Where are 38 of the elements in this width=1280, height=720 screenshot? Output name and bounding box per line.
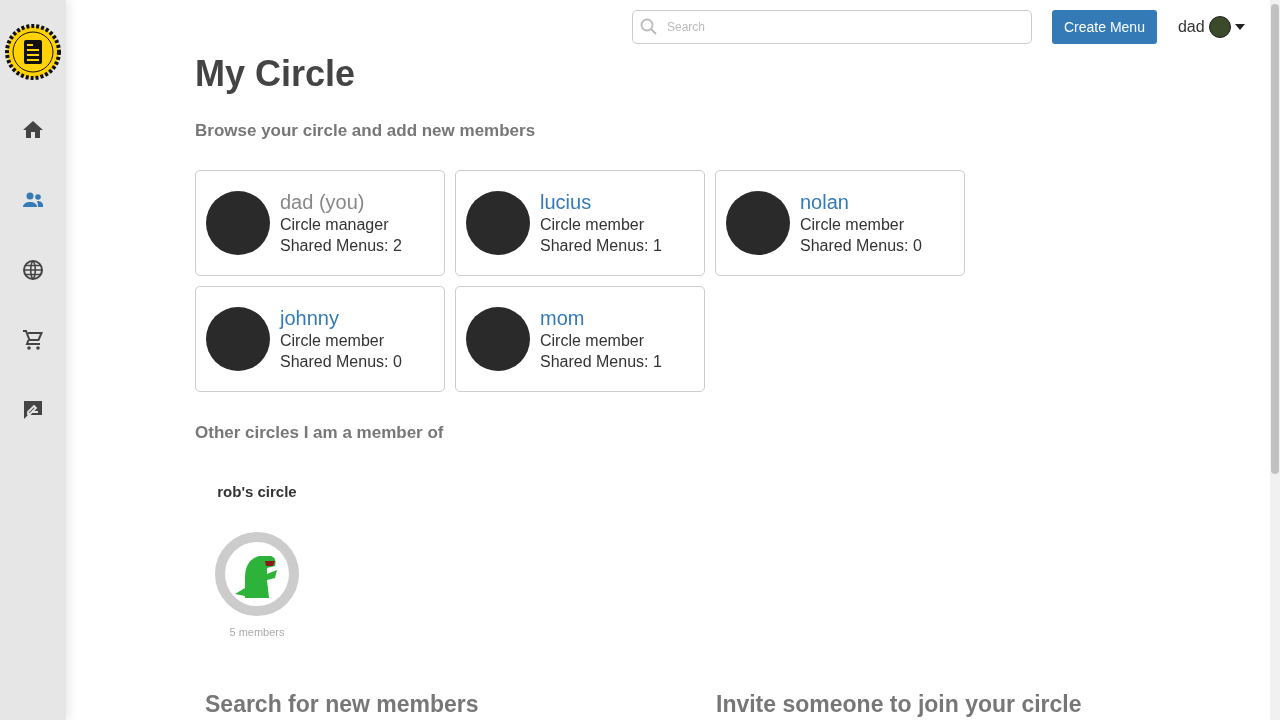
user-avatar[interactable] [1208,16,1231,38]
section-heading: Other circles I am a member of [195,421,445,444]
shared-menus-count: Shared Menus: 0 [800,235,922,256]
chat-icon[interactable] [21,398,45,422]
member-link[interactable]: mom [540,305,662,330]
search-field[interactable]: Search [632,10,1032,44]
shared-menus-count: Shared Menus: 0 [280,351,402,372]
member-name: dad (you) [280,189,366,214]
create-menu-button[interactable]: Create Menu [1052,10,1157,44]
member-card[interactable]: johnny Circle member Shared Menus: 0 [195,285,445,392]
member-role: Circle member [540,214,645,235]
member-role: Circle member [800,214,905,235]
circle-name[interactable]: rob's circle [217,481,297,504]
section-heading: Search for new members [205,690,480,718]
member-link[interactable]: lucius [540,189,662,214]
member-card[interactable]: mom Circle member Shared Menus: 1 [455,285,705,392]
member-role: Circle member [540,330,645,351]
search-icon [640,18,658,36]
member-count: 5 members [229,624,285,640]
member-card[interactable]: dad (you) Circle manager Shared Menus: 2 [195,169,445,276]
member-card[interactable]: nolan Circle member Shared Menus: 0 [715,169,965,276]
scrollbar[interactable] [1270,0,1280,720]
user-name[interactable]: dad [1177,15,1205,39]
logo-icon[interactable] [5,24,61,80]
page-subtitle: Browse your circle and add new members [195,120,537,142]
globe-icon[interactable] [21,258,45,282]
shared-menus-count: Shared Menus: 2 [280,235,402,256]
shared-menus-count: Shared Menus: 1 [540,351,662,372]
member-role: Circle member [280,330,385,351]
member-link[interactable]: johnny [280,305,402,330]
shared-menus-count: Shared Menus: 1 [540,235,662,256]
caret-icon[interactable] [1234,24,1245,30]
member-role: Circle manager [280,214,390,235]
section-heading: Invite someone to join your circle [716,690,1082,719]
page-title: My Circle [195,54,357,94]
member-link[interactable]: nolan [800,189,922,214]
cart-icon[interactable] [21,328,45,352]
member-card[interactable]: lucius Circle member Shared Menus: 1 [455,169,705,276]
